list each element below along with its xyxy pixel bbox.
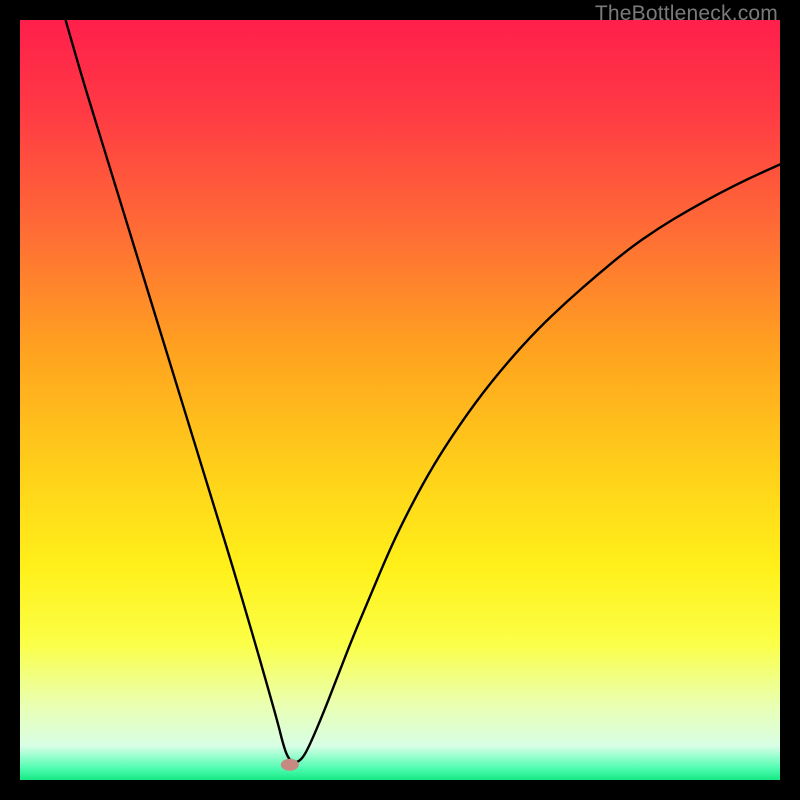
optimal-point-marker: [281, 759, 299, 771]
chart-frame: [20, 20, 780, 780]
bottleneck-chart: [20, 20, 780, 780]
gradient-background: [20, 20, 780, 780]
watermark-text: TheBottleneck.com: [595, 2, 778, 26]
